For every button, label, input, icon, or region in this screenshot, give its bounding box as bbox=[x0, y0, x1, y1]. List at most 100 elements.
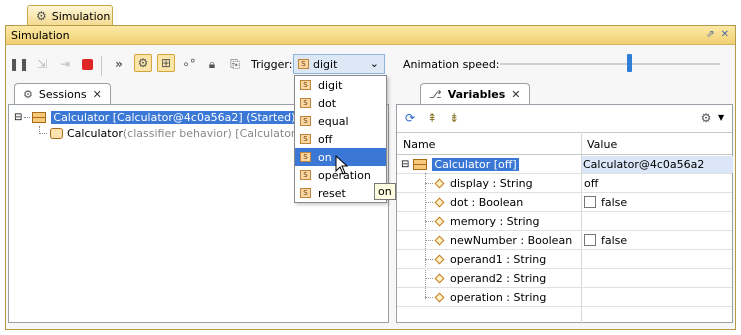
variables-root-name: Calculator [off] bbox=[432, 157, 519, 171]
property-icon bbox=[434, 273, 445, 283]
collapse-all-icon[interactable]: ⇟ bbox=[445, 109, 463, 127]
simulation-gear-icon: ⚙ bbox=[36, 9, 47, 23]
variable-value-text: false bbox=[601, 233, 628, 247]
variable-name: operation : String bbox=[450, 290, 547, 304]
animation-speed-label: Animation speed: bbox=[403, 58, 500, 71]
mouse-pointer-icon bbox=[335, 155, 349, 175]
collapse-icon[interactable]: ⊟ bbox=[14, 112, 22, 123]
signal-icon: S bbox=[300, 116, 311, 126]
variable-value-text: false bbox=[601, 195, 628, 209]
variable-row[interactable]: operation : String bbox=[425, 289, 546, 305]
stop-icon[interactable] bbox=[78, 55, 96, 73]
refresh-icon[interactable]: ⟳ bbox=[401, 109, 419, 127]
variables-root-value: Calculator@4c0a56a2 bbox=[583, 157, 705, 171]
variable-row[interactable]: newNumber : Boolean bbox=[425, 232, 572, 248]
session-root-row[interactable]: ⊟ Calculator [Calculator@4c0a56a2] (Star… bbox=[14, 109, 298, 125]
class-icon bbox=[32, 111, 47, 123]
step-over-icon[interactable]: ⇥ bbox=[56, 55, 74, 73]
trigger-option-label: equal bbox=[318, 114, 349, 128]
variable-row[interactable]: memory : String bbox=[425, 213, 540, 229]
trigger-option[interactable]: Soff bbox=[295, 130, 386, 148]
step-into-icon[interactable]: ⇲ bbox=[33, 55, 51, 73]
trigger-option[interactable]: Sdot bbox=[295, 94, 386, 112]
trigger-select-value: digit bbox=[313, 57, 338, 71]
variable-value[interactable]: false bbox=[584, 232, 627, 248]
show-connections-icon[interactable]: ∘° bbox=[180, 55, 198, 73]
variable-row[interactable]: operand1 : String bbox=[425, 251, 546, 267]
variable-row[interactable]: operand2 : String bbox=[425, 270, 546, 286]
property-icon bbox=[434, 235, 445, 245]
trigger-option-label: digit bbox=[318, 78, 343, 92]
maximize-icon[interactable]: ⇗ bbox=[706, 29, 714, 40]
collapse-icon[interactable]: ⊟ bbox=[401, 159, 409, 170]
signal-icon: S bbox=[300, 80, 311, 90]
property-icon bbox=[434, 254, 445, 264]
signal-icon: S bbox=[300, 188, 311, 198]
export-icon[interactable]: ⎘ bbox=[226, 55, 244, 73]
variables-icon: ⎇ bbox=[429, 88, 442, 101]
variable-name: display : String bbox=[450, 176, 533, 190]
behavior-icon bbox=[50, 127, 63, 139]
column-header-value[interactable]: Value bbox=[587, 138, 617, 151]
trigger-option-label: off bbox=[318, 132, 333, 146]
tab-variables[interactable]: ⎇ Variables ✕ bbox=[420, 83, 530, 105]
boolean-checkbox[interactable] bbox=[584, 234, 596, 246]
tab-sessions-label: Sessions bbox=[38, 88, 87, 101]
column-header-name[interactable]: Name bbox=[403, 138, 435, 151]
signal-icon: S bbox=[300, 170, 311, 180]
close-icon[interactable]: ✕ bbox=[721, 29, 729, 40]
animation-toggle-icon[interactable]: ⚙ bbox=[134, 54, 152, 72]
pause-icon[interactable]: ❚❚ bbox=[9, 55, 29, 73]
simulation-title: Simulation bbox=[11, 28, 70, 42]
variables-root-row[interactable]: ⊟ Calculator [off] bbox=[401, 156, 519, 172]
trigger-select[interactable]: S digit ⌄ bbox=[293, 54, 385, 74]
variables-panel: ⟳ ⇞ ⇟ ⚙ ▼ Name Value ⊟ Calculator [off] … bbox=[396, 104, 733, 324]
property-icon bbox=[434, 197, 445, 207]
variable-name: newNumber : Boolean bbox=[450, 233, 573, 247]
settings-chevron-icon[interactable]: ▼ bbox=[718, 113, 724, 122]
trigger-option-label: dot bbox=[318, 96, 337, 110]
session-root-label: Calculator [Calculator@4c0a56a2] (Starte… bbox=[51, 110, 298, 124]
auto-open-diagrams-icon[interactable]: ⊞ bbox=[157, 54, 175, 72]
signal-icon: S bbox=[298, 59, 309, 69]
signal-icon: S bbox=[300, 152, 311, 162]
trigger-tooltip: on bbox=[374, 183, 396, 200]
simulation-window-tab[interactable]: ⚙ Simulation bbox=[27, 5, 113, 26]
trigger-option[interactable]: Sreset bbox=[295, 184, 386, 202]
sessions-gear-icon: ⚙ bbox=[23, 88, 33, 101]
animation-speed-thumb[interactable] bbox=[627, 54, 633, 72]
variable-row[interactable]: dot : Boolean bbox=[425, 194, 523, 210]
variable-name: dot : Boolean bbox=[450, 195, 524, 209]
variable-value: off bbox=[584, 176, 599, 190]
boolean-checkbox[interactable] bbox=[584, 196, 596, 208]
property-icon bbox=[434, 216, 445, 226]
trigger-option-label: on bbox=[318, 150, 332, 164]
property-icon bbox=[434, 178, 445, 188]
tab-variables-label: Variables bbox=[447, 88, 506, 101]
tab-sessions[interactable]: ⚙ Sessions ✕ bbox=[14, 83, 111, 105]
close-sessions-icon[interactable]: ✕ bbox=[93, 88, 102, 101]
lock-icon[interactable]: 🔒︎ bbox=[203, 55, 221, 73]
trigger-option[interactable]: Sdigit bbox=[295, 76, 386, 94]
simulation-titlebar: Simulation ⇗ ✕ bbox=[6, 26, 735, 45]
variable-name: memory : String bbox=[450, 214, 540, 228]
class-icon bbox=[413, 158, 428, 170]
run-to-end-icon[interactable]: » bbox=[110, 55, 128, 73]
variable-name: operand2 : String bbox=[450, 271, 547, 285]
variable-name: operand1 : String bbox=[450, 252, 547, 266]
property-icon bbox=[434, 292, 445, 302]
expand-all-icon[interactable]: ⇞ bbox=[423, 109, 441, 127]
trigger-label: Trigger: bbox=[251, 58, 293, 71]
animation-speed-track[interactable] bbox=[500, 63, 720, 65]
session-child-name: Calculator bbox=[67, 126, 123, 140]
trigger-option[interactable]: Sequal bbox=[295, 112, 386, 130]
signal-icon: S bbox=[300, 98, 311, 108]
close-variables-icon[interactable]: ✕ bbox=[511, 88, 520, 101]
trigger-option-label: reset bbox=[318, 186, 346, 200]
chevron-down-icon: ⌄ bbox=[369, 57, 379, 70]
signal-icon: S bbox=[300, 134, 311, 144]
settings-gear-icon[interactable]: ⚙ bbox=[697, 109, 715, 127]
simulation-window-tab-label: Simulation bbox=[51, 9, 111, 23]
variable-value[interactable]: false bbox=[584, 194, 627, 210]
variable-row[interactable]: display : String bbox=[425, 175, 533, 191]
